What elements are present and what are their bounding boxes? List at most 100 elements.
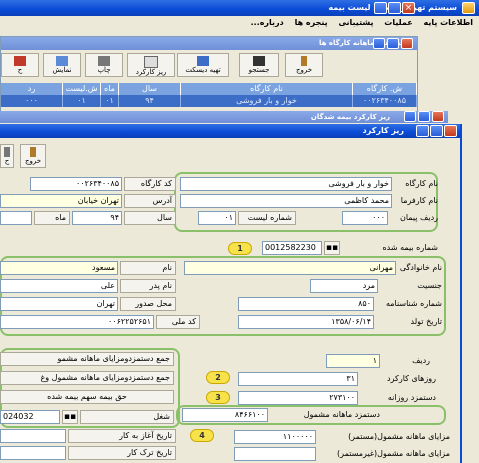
list-make-disk-button[interactable]: تهیه دیسکت <box>177 53 229 77</box>
col-header-row[interactable]: رد <box>1 83 63 95</box>
year-label: سال <box>124 211 176 225</box>
insurance-no-label: شماره بیمه شده <box>382 243 438 252</box>
nonbenefit-label: مزایای ماهانه مشمول(غیرمستمر) <box>337 449 450 458</box>
nonbenefit-field[interactable] <box>234 447 316 461</box>
job-label: شغل <box>80 410 174 424</box>
workshop-code-field[interactable]: ۰۰۲۶۳۴۰۰۸۵ <box>30 177 122 191</box>
detail-left-button[interactable]: ح <box>0 144 14 168</box>
detail-min-button[interactable] <box>416 125 429 137</box>
exit-icon <box>301 56 307 66</box>
lastname-field[interactable]: مهرانی <box>184 261 396 275</box>
sum1-label: جمع دستمزدومزایای ماهانه مشمو <box>0 352 174 366</box>
gender-label: جنسیت <box>417 281 442 290</box>
month-field[interactable] <box>0 211 32 225</box>
exit-icon <box>30 147 36 157</box>
row-field[interactable]: ۱ <box>326 354 380 368</box>
month-label: ماه <box>34 211 70 225</box>
days-field[interactable]: ۳۱ <box>238 372 358 386</box>
col-header-month[interactable]: ماه <box>101 83 119 95</box>
workshop-name-label: نام کارگاه <box>405 179 438 188</box>
row-label: ردیف <box>412 356 430 365</box>
list-detail-button[interactable]: ریز کارکرد <box>127 53 175 77</box>
view-icon <box>56 56 68 66</box>
year-field[interactable]: ۹۴ <box>72 211 122 225</box>
workshop-code-label: کد کارگاه <box>124 177 176 191</box>
cell-workshop-no[interactable]: ۰۰۲۶۳۴۰۰۸۵ <box>353 95 417 107</box>
insured-min-button[interactable] <box>404 111 416 122</box>
nid-label: کد ملی <box>156 315 200 329</box>
printer-icon <box>98 56 110 66</box>
detail-close-button[interactable] <box>444 125 457 137</box>
callout-badge-4: 4 <box>190 429 214 442</box>
insurance-search-button[interactable]: ▪▪ <box>324 241 340 255</box>
monthly-field[interactable]: ۸۴۶۶۱۰۰ <box>182 408 268 422</box>
father-field[interactable]: علی <box>0 279 118 293</box>
list-delete-button[interactable]: ح <box>1 53 39 77</box>
list-exit-button[interactable]: خروج <box>285 53 323 77</box>
idno-field[interactable]: ۸۵۰ <box>238 297 374 311</box>
detail-max-button[interactable] <box>430 125 443 137</box>
callout-badge-1: 1 <box>228 242 252 255</box>
employer-field[interactable]: محمد کاظمی <box>180 194 392 208</box>
job-field[interactable]: 024032 <box>0 410 60 424</box>
workshop-list-max-button[interactable] <box>387 38 399 49</box>
daily-field[interactable]: ۲۷۳۱۰۰ <box>238 391 358 405</box>
benefit-label: مزایای ماهانه مشمول(مستمر) <box>348 432 450 441</box>
menu-item-windows[interactable]: پنجره ها <box>295 18 328 27</box>
issue-field[interactable]: تهران <box>0 297 118 311</box>
insured-max-button[interactable] <box>418 111 430 122</box>
cell-list-no[interactable]: ۰۱ <box>63 95 101 107</box>
binoculars-icon: ▪▪ <box>325 243 339 253</box>
menu-item-support[interactable]: پشتیبانی <box>338 18 373 27</box>
firstname-field[interactable]: مسعود <box>0 261 118 275</box>
delete-icon <box>14 56 26 66</box>
col-header-list-no[interactable]: ش.لیست <box>63 83 101 95</box>
disk-icon <box>197 56 209 66</box>
insurance-no-field[interactable]: 0012582230 <box>262 241 322 255</box>
callout-badge-2: 2 <box>206 371 230 384</box>
cell-year[interactable]: ۹۴ <box>119 95 181 107</box>
days-label: روزهای کارکرد <box>387 374 436 383</box>
binoculars-icon <box>253 56 265 66</box>
col-header-workshop-no[interactable]: ش. کارگاه <box>353 83 417 95</box>
workshop-list-close-button[interactable] <box>401 38 413 49</box>
maximize-app-button[interactable] <box>388 2 401 14</box>
start-field[interactable] <box>0 429 66 443</box>
workshop-list-window: لیست های ماهانه کارگاه ها خروج جستجو تهی… <box>0 36 418 116</box>
birth-label: تاریخ تولد <box>410 317 442 326</box>
col-header-workshop-name[interactable]: نام کارگاه <box>181 83 353 95</box>
list-search-button[interactable]: جستجو <box>239 53 279 77</box>
minimize-app-button[interactable] <box>374 2 387 14</box>
menu-item-about[interactable]: درباره... <box>251 18 284 27</box>
cell-row[interactable]: ۰۰۰ <box>1 95 63 107</box>
workshop-name-field[interactable]: خوار و بار فروشی <box>180 177 392 191</box>
col-header-year[interactable]: سال <box>119 83 181 95</box>
workshop-list-min-button[interactable] <box>373 38 385 49</box>
cell-month[interactable]: ۰۱ <box>101 95 119 107</box>
monthly-label: دستمزد ماهانه مشمول <box>303 410 380 419</box>
idno-label: شماره شناسنامه <box>385 299 442 308</box>
contract-field[interactable]: ۰۰۰ <box>342 211 388 225</box>
list-view-button[interactable]: نمایش <box>43 53 81 77</box>
list-print-button[interactable]: چاپ <box>85 53 123 77</box>
address-label: آدرس <box>124 194 176 208</box>
father-label: نام پدر <box>120 279 176 293</box>
benefit-field[interactable]: ۱۱۰۰۰۰۰ <box>234 430 316 444</box>
detail-exit-button[interactable]: خروج <box>20 144 46 168</box>
address-field[interactable]: تهران خیابان <box>0 194 122 208</box>
end-field[interactable] <box>0 446 66 460</box>
menu-item-operations[interactable]: عملیات <box>384 18 412 27</box>
menu-item-basic[interactable]: اطلاعات پایه <box>423 18 473 27</box>
close-app-button[interactable]: × <box>402 2 415 14</box>
end-label: تاریخ ترک کار <box>68 446 176 460</box>
insured-close-button[interactable] <box>432 111 444 122</box>
list-no-label: شماره لیست <box>238 211 296 225</box>
detail-title-bar: ریز کارکرد <box>0 124 460 138</box>
nid-field[interactable]: ۰۰۶۲۲۵۲۶۵۱ <box>0 315 154 329</box>
gender-field[interactable]: مرد <box>310 279 378 293</box>
binoculars-icon: ▪▪ <box>63 412 77 422</box>
birth-field[interactable]: ۱۳۵۸/۰۶/۱۴ <box>238 315 374 329</box>
list-no-field[interactable]: ۰۱ <box>198 211 236 225</box>
job-search-button[interactable]: ▪▪ <box>62 410 78 424</box>
cell-workshop-name[interactable]: خوار و بار فروشی <box>181 95 353 107</box>
